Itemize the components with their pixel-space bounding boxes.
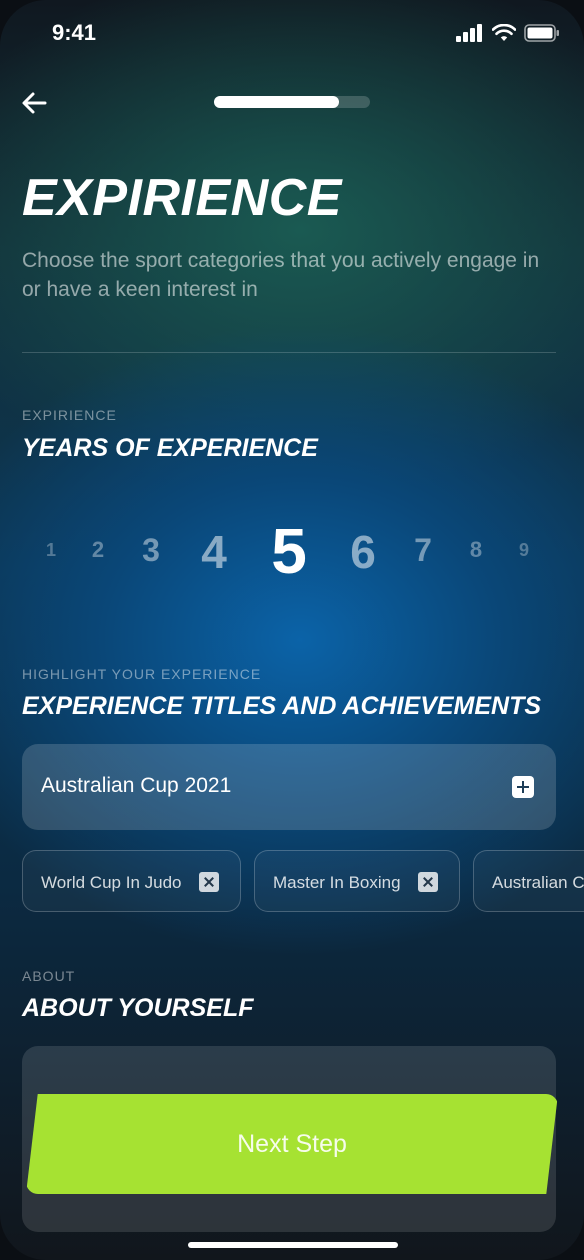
year-option[interactable]: 2: [92, 537, 104, 563]
back-arrow-icon[interactable]: [20, 88, 50, 118]
achievements-title: EXPERIENCE TITLES AND ACHIEVEMENTS: [22, 692, 542, 720]
year-option[interactable]: 3: [142, 532, 160, 569]
screen: 9:41 EXPIRIENCE Choose the sport categor…: [0, 0, 584, 1260]
year-option[interactable]: 9: [519, 540, 529, 561]
next-step-label: Next Step: [237, 1130, 347, 1158]
achievement-input[interactable]: Australian Cup 2021: [22, 744, 556, 830]
add-icon[interactable]: [512, 776, 534, 798]
year-option[interactable]: 8: [470, 537, 482, 563]
wifi-icon: [492, 24, 516, 41]
progress-bar: [214, 96, 370, 108]
chip-label: Australian C: [492, 873, 584, 892]
status-time: 9:41: [52, 20, 97, 45]
progress-bar-fill: [214, 96, 339, 108]
years-picker[interactable]: 1 2 3 456 7 8 9: [22, 510, 552, 590]
chip-label: World Cup In Judo: [41, 873, 182, 892]
home-indicator: [188, 1242, 398, 1248]
status-bar: 9:41: [0, 0, 584, 64]
remove-chip-icon[interactable]: [199, 872, 219, 892]
about-eyebrow: ABOUT: [22, 968, 76, 984]
year-option[interactable]: 1: [46, 540, 56, 561]
page-subtitle: Choose the sport categories that you act…: [22, 249, 540, 301]
about-yourself-title: ABOUT YOURSELF: [22, 994, 254, 1022]
year-option[interactable]: 7: [414, 532, 432, 569]
achievements-eyebrow: HIGHLIGHT YOUR EXPERIENCE: [22, 666, 262, 682]
status-icons: [456, 24, 560, 42]
battery-icon: [524, 24, 559, 42]
chip-label: Master In Boxing: [273, 873, 401, 892]
remove-chip-icon[interactable]: [418, 872, 438, 892]
next-step-button[interactable]: Next Step: [26, 1094, 558, 1194]
year-option[interactable]: 4: [201, 525, 227, 579]
divider: [22, 352, 556, 353]
year-option[interactable]: 6: [350, 525, 376, 579]
years-of-experience-title: YEARS OF EXPERIENCE: [22, 434, 318, 462]
achievement-chip[interactable]: Australian C: [473, 850, 584, 912]
achievement-input-value[interactable]: Australian Cup 2021: [41, 774, 231, 798]
achievement-chip[interactable]: Master In Boxing: [254, 850, 460, 912]
cellular-signal-icon: [456, 24, 482, 42]
page-title: EXPIRIENCE: [22, 169, 342, 227]
achievement-chips: World Cup In Judo Master In Boxing Austr…: [22, 850, 584, 914]
achievement-chip[interactable]: World Cup In Judo: [22, 850, 241, 912]
experience-eyebrow: EXPIRIENCE: [22, 407, 117, 423]
year-option-selected[interactable]: 5: [271, 514, 307, 588]
